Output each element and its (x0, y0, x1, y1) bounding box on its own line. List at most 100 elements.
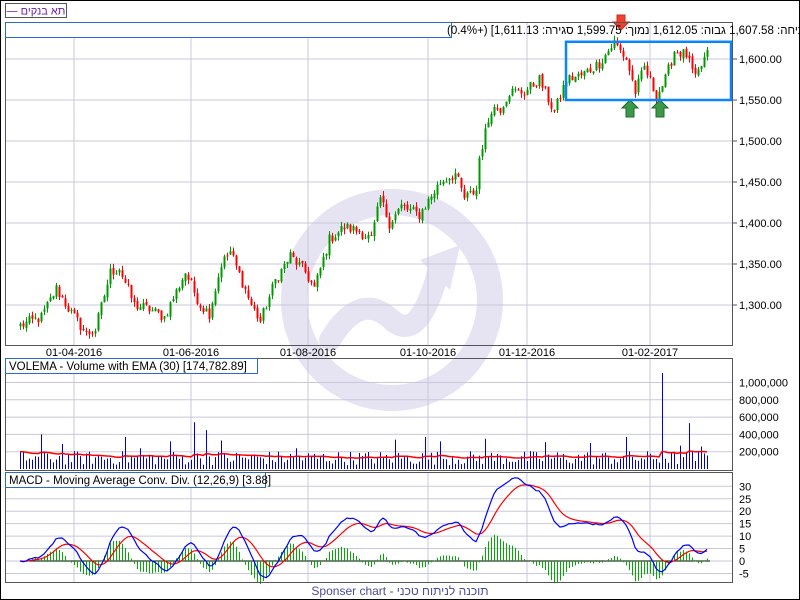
candle-body (355, 226, 358, 232)
candle-body (526, 89, 529, 95)
candle-body (181, 279, 184, 289)
candle-body (496, 108, 499, 110)
price-y-tick-label: 1,600.00 (739, 54, 782, 66)
candle-body (556, 98, 559, 111)
candle-body (175, 289, 178, 300)
price-y-tick-label: 1,300.00 (739, 300, 782, 312)
candle-body (64, 298, 67, 307)
x-tick-label: 01-12-2016 (499, 347, 555, 359)
price-y-tick-label: 1,350.00 (739, 259, 782, 271)
candle-body (508, 96, 511, 102)
candle-body (454, 173, 457, 180)
chart-window: 01-04-2016 01-06-2016 01-08-2016 01-10-2016… (0, 0, 800, 600)
candle-body (229, 251, 232, 255)
candle-body (571, 75, 574, 81)
candle-body (514, 89, 517, 91)
candle-body (592, 71, 595, 74)
candle-body (340, 226, 343, 233)
candle-body (151, 310, 154, 312)
macd-y-tick-label: 20 (739, 506, 751, 518)
volume-y-tick-label: 200,000 (739, 447, 779, 459)
candle-body (82, 328, 85, 330)
candle-body (487, 122, 490, 128)
candle-body (607, 51, 610, 56)
candle-body (265, 308, 268, 310)
candle-body (652, 77, 655, 92)
candle-body (346, 223, 349, 229)
candle-body (106, 284, 109, 298)
candle-body (79, 317, 82, 330)
candle-body (391, 221, 394, 229)
candle-body (376, 206, 379, 222)
candle-body (574, 76, 577, 82)
candle-body (490, 113, 493, 124)
macd-y-tick-label: 25 (739, 494, 751, 506)
candle-body (154, 308, 157, 312)
candle-body (148, 305, 151, 312)
candle-body (667, 64, 670, 75)
candle-body (457, 173, 460, 177)
candle-body (133, 298, 136, 303)
candle-body (283, 263, 286, 270)
candle-body (448, 179, 451, 181)
candle-body (259, 316, 262, 322)
legend-label: תא בנקים — (7, 6, 66, 18)
candle-body (121, 270, 124, 277)
candle-body (19, 323, 22, 327)
volume-y-tick-label: 400,000 (739, 429, 779, 441)
macd-y-tick-label: 10 (739, 531, 751, 543)
candle-body (235, 255, 238, 266)
volume-y-tick-label: 1,000,000 (739, 378, 788, 390)
candle-body (589, 68, 592, 72)
candle-body (568, 75, 571, 84)
candle-body (577, 73, 580, 77)
candle-body (493, 106, 496, 116)
candle-body (661, 86, 664, 92)
candle-body (46, 302, 49, 309)
candle-body (646, 65, 649, 76)
footer-text[interactable]: Sponser chart - תוכנה לניתוח טכני (311, 584, 488, 598)
price-y-tick-label: 1,400.00 (739, 218, 782, 230)
candle-body (505, 101, 508, 107)
candle-body (262, 307, 265, 321)
candle-body (292, 252, 295, 257)
candle-body (58, 286, 61, 298)
candle-body (49, 297, 52, 301)
candle-body (379, 197, 382, 206)
candle-body (463, 188, 466, 199)
candle-body (640, 70, 643, 80)
candle-body (673, 51, 676, 66)
candle-body (328, 234, 331, 256)
candle-body (97, 313, 100, 331)
candle-body (298, 262, 301, 265)
candle-body (331, 235, 334, 242)
candle-body (208, 308, 211, 319)
candle-body (196, 293, 199, 304)
candle-body (388, 216, 391, 229)
candle-body (172, 299, 175, 302)
candle-body (325, 253, 328, 256)
candle-body (118, 270, 121, 273)
candle-body (61, 295, 64, 298)
candle-body (268, 296, 271, 307)
candle-body (94, 331, 97, 334)
candle-body (190, 278, 193, 281)
candle-body (694, 68, 697, 74)
candle-body (670, 63, 673, 66)
candle-body (187, 274, 190, 280)
candle-body (103, 296, 106, 303)
volume-y-tick-label: 800,000 (739, 395, 779, 407)
macd-y-tick-label: 5 (739, 544, 745, 556)
candle-body (439, 183, 442, 185)
candle-body (202, 307, 205, 312)
price-y-tick-label: 1,550.00 (739, 95, 782, 107)
candle-body (157, 309, 160, 312)
candle-body (544, 86, 547, 88)
candle-body (643, 65, 646, 70)
candle-body (421, 209, 424, 221)
candle-body (511, 88, 514, 96)
macd-y-tick-label: 0 (739, 556, 745, 568)
x-tick-label: 01-06-2016 (163, 347, 219, 359)
candle-body (286, 261, 289, 264)
candle-body (100, 302, 103, 315)
